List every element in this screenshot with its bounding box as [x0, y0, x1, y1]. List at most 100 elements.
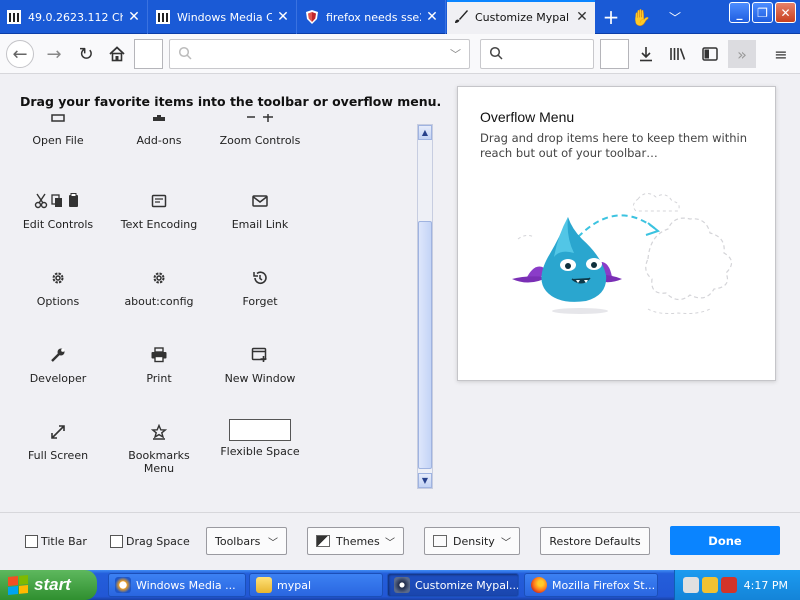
bookmark-star-icon — [109, 421, 209, 443]
search-icon — [489, 46, 503, 63]
overflow-mascot-illustration — [512, 193, 733, 314]
taskbar-item-windows-media[interactable]: Windows Media ... — [108, 573, 246, 597]
palette-item-email-link[interactable]: Email Link — [210, 190, 310, 231]
scroll-thumb[interactable] — [418, 221, 432, 469]
tab-strip: 49.0.2623.112 Ch ✕ Windows Media Ce ✕ fi… — [0, 0, 800, 34]
palette-scrollbar[interactable]: ▲ ▼ — [417, 124, 433, 489]
palette-item-forget[interactable]: Forget — [210, 267, 310, 308]
download-icon[interactable] — [632, 40, 660, 68]
palette-item-developer[interactable]: Developer — [8, 344, 108, 385]
scroll-down-arrow-icon[interactable]: ▼ — [418, 473, 432, 488]
home-button[interactable] — [103, 40, 131, 68]
tab-windows-media[interactable]: Windows Media Ce ✕ — [149, 0, 297, 34]
palette-item-bookmarks-menu[interactable]: Bookmarks Menu — [109, 421, 209, 475]
palette-item-print[interactable]: Print — [109, 344, 209, 385]
palette-item-text-encoding[interactable]: Text Encoding — [109, 190, 209, 231]
checkbox-box[interactable] — [25, 535, 38, 548]
tab-chrome-version[interactable]: 49.0.2623.112 Ch ✕ — [0, 0, 148, 34]
palette-item-new-window[interactable]: New Window — [210, 344, 310, 385]
encoding-icon — [109, 190, 209, 212]
start-button[interactable]: start — [0, 570, 97, 600]
palette-item-label: Forget — [242, 295, 278, 308]
close-window-button[interactable]: ✕ — [775, 2, 796, 23]
palette-item-open-file[interactable]: Open File — [8, 114, 108, 147]
done-button[interactable]: Done — [670, 526, 780, 555]
dropdown-label: Toolbars — [215, 534, 261, 548]
density-icon — [433, 535, 447, 547]
themes-dropdown[interactable]: Themes ﹀ — [307, 527, 404, 555]
palette-item-label: Options — [36, 295, 80, 308]
hand-icon[interactable]: ✋ — [628, 4, 654, 30]
sidebar-icon[interactable] — [696, 40, 724, 68]
scroll-up-arrow-icon[interactable]: ▲ — [418, 125, 432, 140]
tab-firefox-sse2[interactable]: firefox needs sse2 ✕ — [298, 0, 446, 34]
close-icon[interactable]: ✕ — [276, 9, 290, 25]
close-icon[interactable]: ✕ — [575, 9, 589, 25]
close-icon[interactable]: ✕ — [425, 9, 439, 25]
library-icon[interactable] — [664, 40, 692, 68]
back-button[interactable]: ← — [6, 40, 34, 68]
palette-item-edit-controls[interactable]: Edit Controls — [8, 190, 108, 231]
palette-item-label: Zoom Controls — [219, 134, 301, 147]
taskbar-item-label: mypal — [277, 578, 312, 592]
palette-item-label: Open File — [32, 134, 84, 147]
reload-button[interactable]: ↻ — [72, 40, 100, 68]
taskbar-item-customize-mypal[interactable]: Customize Mypal... — [387, 573, 519, 597]
taskbar-item-mozilla-firefox[interactable]: Mozilla Firefox St... — [524, 573, 658, 597]
chevron-down-icon: ﹀ — [501, 537, 511, 549]
taskbar-item-mypal-folder[interactable]: mypal — [249, 573, 383, 597]
theme-icon — [316, 535, 330, 547]
gear-icon — [109, 267, 209, 289]
minimize-button[interactable]: _ — [729, 2, 750, 23]
shield-icon[interactable] — [721, 577, 737, 593]
tab-label: Customize Mypal — [475, 10, 570, 24]
palette-item-label: Developer — [29, 372, 87, 385]
overflow-menu-description: Drag and drop items here to keep them wi… — [480, 131, 748, 160]
firefox-icon — [531, 577, 547, 593]
paintbrush-icon — [453, 9, 469, 25]
hamburger-menu-icon[interactable]: ≡ — [767, 40, 795, 68]
chevron-down-icon[interactable]: ﹀ — [450, 46, 461, 62]
customize-footer: Title Bar Drag Space Toolbars ﹀ Themes ﹀… — [0, 512, 800, 568]
maximize-button[interactable]: ❐ — [752, 2, 773, 23]
palette-item-zoom-controls[interactable]: Zoom Controls — [210, 114, 310, 147]
toolbars-dropdown[interactable]: Toolbars ﹀ — [206, 527, 287, 555]
chevron-down-icon: ﹀ — [268, 537, 278, 549]
restore-defaults-button[interactable]: Restore Defaults — [540, 527, 650, 555]
title-bar-checkbox[interactable]: Title Bar — [25, 535, 87, 548]
overflow-chevron-icon[interactable]: » — [728, 40, 756, 68]
new-tab-button[interactable]: + — [598, 4, 624, 30]
palette-item-options[interactable]: Options — [8, 267, 108, 308]
tab-label: Windows Media Ce — [177, 10, 272, 24]
security-icon[interactable] — [702, 577, 718, 593]
palette-item-full-screen[interactable]: Full Screen — [8, 421, 108, 462]
flexible-space-slot[interactable] — [134, 39, 163, 69]
palette-item-label: Full Screen — [27, 449, 89, 462]
tab-customize-mypal[interactable]: Customize Mypal ✕ — [447, 0, 595, 34]
tab-label: 49.0.2623.112 Ch — [28, 10, 123, 24]
network-icon[interactable] — [683, 577, 699, 593]
printer-icon — [109, 344, 209, 366]
gear-icon — [8, 267, 108, 289]
checkbox-label: Title Bar — [41, 535, 87, 548]
flexible-space-slot[interactable] — [600, 39, 629, 69]
search-bar[interactable] — [480, 39, 594, 69]
overflow-menu-panel[interactable]: Overflow Menu Drag and drop items here t… — [457, 86, 776, 381]
url-bar[interactable]: ﹀ — [169, 39, 470, 69]
density-dropdown[interactable]: Density ﹀ — [424, 527, 520, 555]
palette-item-about-config[interactable]: about:config — [109, 267, 209, 308]
palette-item-label: Text Encoding — [120, 218, 198, 231]
palette-item-label: about:config — [124, 295, 194, 308]
palette-item-flexible-space[interactable]: Flexible Space — [210, 419, 310, 458]
history-icon — [210, 267, 310, 289]
forward-button[interactable]: → — [40, 40, 68, 68]
chevron-down-icon[interactable]: ﹀ — [662, 4, 688, 30]
close-icon[interactable]: ✕ — [127, 9, 141, 25]
library-icon — [6, 9, 22, 25]
palette-heading: Drag your favorite items into the toolba… — [20, 94, 442, 109]
palette-item-add-ons[interactable]: Add-ons — [109, 114, 209, 147]
checkbox-box[interactable] — [110, 535, 123, 548]
taskbar-item-label: Windows Media ... — [136, 578, 236, 592]
drag-space-checkbox[interactable]: Drag Space — [110, 535, 190, 548]
wrench-icon — [8, 344, 108, 366]
